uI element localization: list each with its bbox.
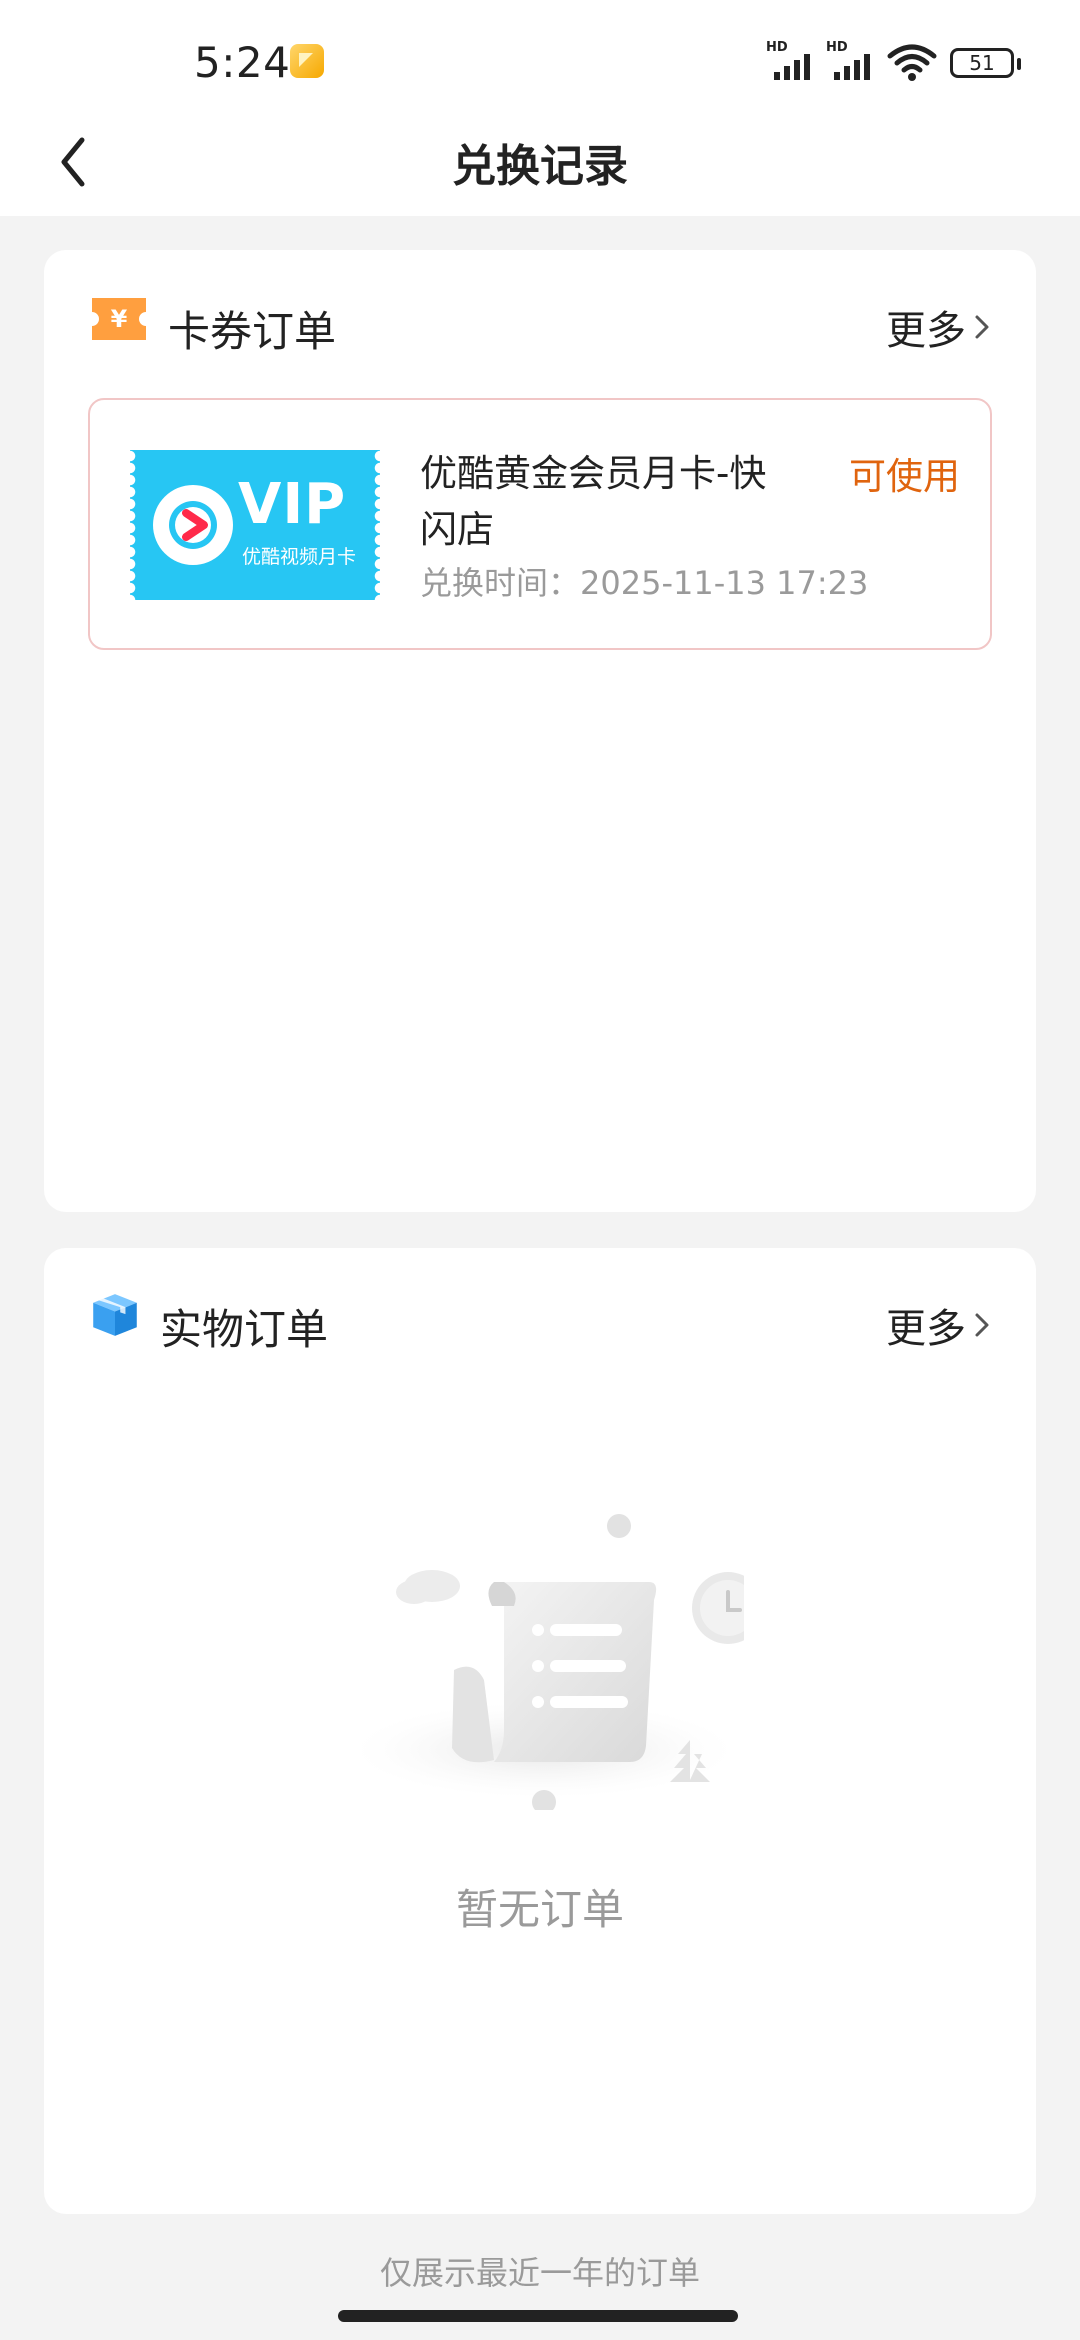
home-indicator[interactable]	[338, 2310, 738, 2322]
footer-note: 仅展示最近一年的订单	[379, 2254, 700, 2292]
svg-text:¥: ¥	[111, 305, 128, 333]
chevron-right-icon	[975, 1313, 989, 1337]
physical-orders-title: 实物订单	[160, 1305, 329, 1354]
physical-orders-header: 实物订单 更多	[88, 1292, 992, 1356]
coupon-order-item[interactable]: VIP 优酷视频月卡 优酷黄金会员月卡-快闪店 可使用 兑换时间：2025-11…	[88, 398, 992, 650]
card-orders-title: 卡券订单	[168, 307, 337, 356]
battery-icon: 51	[950, 48, 1021, 78]
redeem-time-value: 2025-11-13 17:23	[580, 564, 869, 602]
youku-logo-icon	[153, 485, 233, 565]
vip-thumb-subtitle: 优酷视频月卡	[242, 546, 357, 568]
empty-orders-text: 暂无订单	[455, 1885, 624, 1934]
card-orders-header: ¥ 卡券订单 更多	[88, 294, 992, 358]
signal-icon: HD	[826, 40, 880, 80]
signal-icon: HD	[766, 40, 820, 80]
wifi-icon	[887, 44, 937, 81]
ticket-yen-icon: ¥	[92, 298, 146, 340]
coupon-status-badge: 可使用	[849, 455, 960, 498]
coupon-name: 优酷黄金会员月卡-快闪店	[420, 452, 767, 551]
empty-orders-illustration	[354, 1514, 744, 1810]
more-label: 更多	[886, 1306, 966, 1352]
physical-orders-more-link[interactable]: 更多	[886, 1296, 992, 1354]
chevron-right-icon	[975, 315, 989, 339]
more-label: 更多	[886, 308, 966, 354]
coupon-redeem-time: 兑换时间：2025-11-13 17:23	[420, 558, 868, 604]
box-icon	[93, 1294, 137, 1336]
status-time: 5:24	[194, 38, 291, 87]
physical-orders-section: 实物订单 更多 暂无订单	[44, 1248, 1036, 2214]
redeem-time-label: 兑换时间：	[420, 564, 581, 602]
page-title: 兑换记录	[452, 141, 628, 192]
card-orders-section: ¥ 卡券订单 更多 VIP 优酷视频月卡 优酷黄金会员月卡-快闪店 可使用 兑换	[44, 250, 1036, 1212]
card-orders-more-link[interactable]: 更多	[886, 298, 992, 356]
nav-bar: 兑换记录	[0, 110, 1080, 216]
vip-thumb-title: VIP	[238, 472, 347, 537]
app-notification-icon	[290, 44, 324, 78]
vip-card-thumbnail: VIP 优酷视频月卡	[130, 450, 380, 600]
